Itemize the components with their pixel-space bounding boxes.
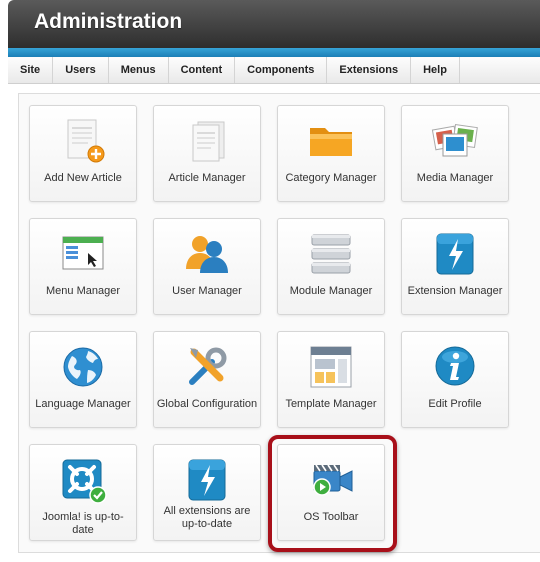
tile-label: Article Manager xyxy=(168,172,246,184)
tile-os-toolbar[interactable]: OS Toolbar xyxy=(277,444,385,541)
tile-label: Category Manager xyxy=(285,172,377,184)
menu-extensions[interactable]: Extensions xyxy=(327,57,412,83)
tile-user-manager[interactable]: User Manager xyxy=(153,218,261,315)
users-icon xyxy=(182,229,232,279)
tile-label: Add New Article xyxy=(44,172,122,184)
tile-media-manager[interactable]: Media Manager xyxy=(401,105,509,202)
tile-template-manager[interactable]: Template Manager xyxy=(277,331,385,428)
tile-language-manager[interactable]: Language Manager xyxy=(29,331,137,428)
tile-label: Global Configuration xyxy=(156,398,258,410)
joomla-check-icon xyxy=(58,455,108,505)
tile-extension-manager[interactable]: Extension Manager xyxy=(401,218,509,315)
extension-icon xyxy=(430,229,480,279)
tile-article-manager[interactable]: Article Manager xyxy=(153,105,261,202)
tile-label: Extension Manager xyxy=(407,285,503,297)
tile-menu-manager[interactable]: Menu Manager xyxy=(29,218,137,315)
tile-label: Template Manager xyxy=(285,398,377,410)
tile-module-manager[interactable]: Module Manager xyxy=(277,218,385,315)
tile-label: All extensions are up-to-date xyxy=(163,505,251,530)
tile-label: Menu Manager xyxy=(46,285,120,297)
tile-extensions-up-to-date[interactable]: All extensions are up-to-date xyxy=(153,444,261,541)
tile-global-configuration[interactable]: Global Configuration xyxy=(153,331,261,428)
module-icon xyxy=(306,229,356,279)
tile-joomla-up-to-date[interactable]: Joomla! is up-to-date xyxy=(29,444,137,541)
tools-icon xyxy=(182,342,232,392)
info-icon xyxy=(430,342,480,392)
tile-label: Edit Profile xyxy=(428,398,482,410)
folder-icon xyxy=(306,116,356,166)
menu-content[interactable]: Content xyxy=(169,57,236,83)
video-camera-icon xyxy=(306,455,356,505)
tile-label: User Manager xyxy=(172,285,242,297)
extension-icon xyxy=(182,455,232,505)
menu-menus[interactable]: Menus xyxy=(109,57,169,83)
add-article-icon xyxy=(58,116,108,166)
tile-label: OS Toolbar xyxy=(303,511,359,523)
globe-icon xyxy=(58,342,108,392)
menu-manager-icon xyxy=(58,229,108,279)
menu-components[interactable]: Components xyxy=(235,57,328,83)
header-accent-bar xyxy=(8,48,540,57)
main-menu: Site Users Menus Content Components Exte… xyxy=(8,57,540,84)
media-icon xyxy=(430,116,480,166)
tile-label: Joomla! is up-to-date xyxy=(42,511,124,536)
admin-header: Administration xyxy=(8,0,540,48)
tile-label: Language Manager xyxy=(35,398,131,410)
template-icon xyxy=(306,342,356,392)
menu-help[interactable]: Help xyxy=(411,57,460,83)
tile-category-manager[interactable]: Category Manager xyxy=(277,105,385,202)
tile-add-new-article[interactable]: Add New Article xyxy=(29,105,137,202)
menu-site[interactable]: Site xyxy=(8,57,54,83)
article-manager-icon xyxy=(182,116,232,166)
tile-label: Media Manager xyxy=(416,172,494,184)
menu-users[interactable]: Users xyxy=(53,57,109,83)
page-title: Administration xyxy=(34,10,183,33)
tile-label: Module Manager xyxy=(289,285,373,297)
tile-edit-profile[interactable]: Edit Profile xyxy=(401,331,509,428)
